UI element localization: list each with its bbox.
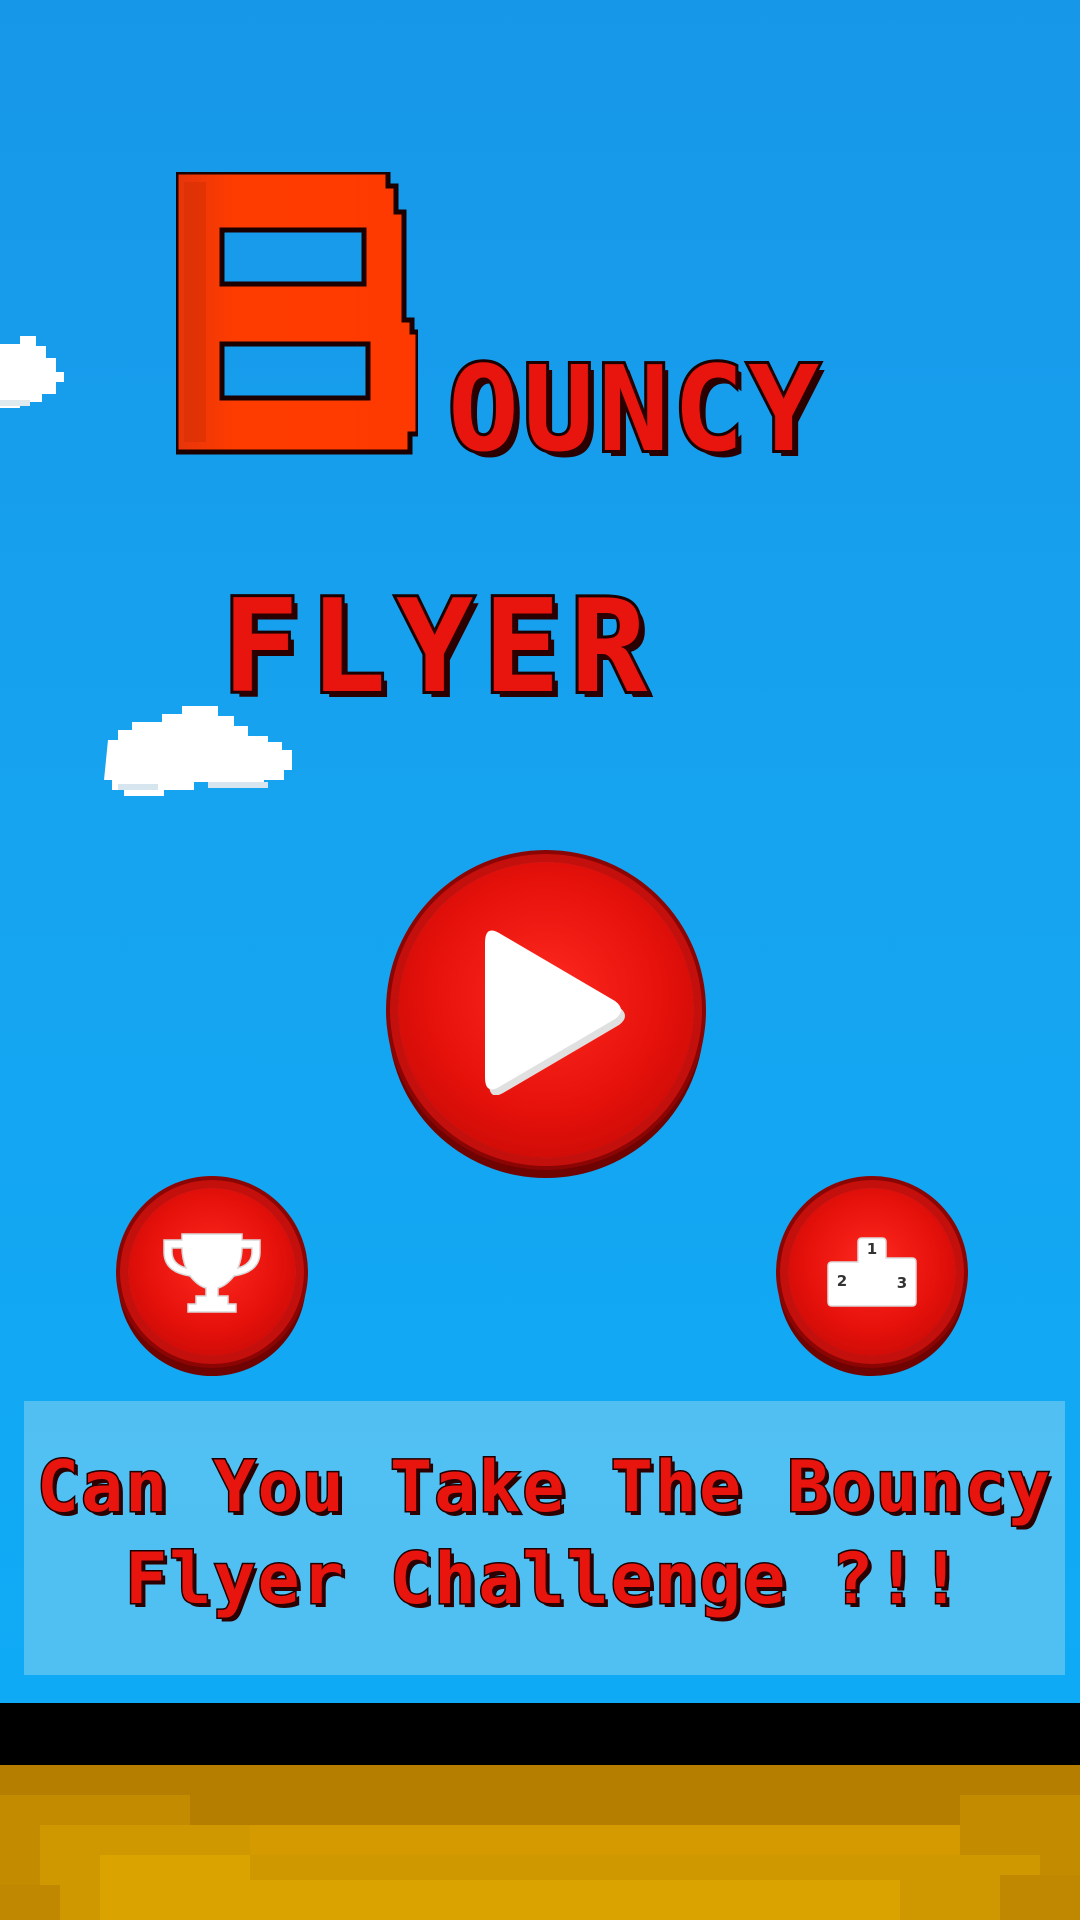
challenge-banner: Can You Take The Bouncy Flyer Challenge … [24, 1401, 1065, 1675]
challenge-line-1: Can You Take The Bouncy [35, 1445, 1053, 1530]
play-icon [485, 930, 625, 1095]
ground [0, 1765, 1080, 1920]
cloud-left-edge [0, 336, 64, 408]
podium-rank-1: 1 [867, 1240, 877, 1258]
title-word-ouncy: OUNCY [445, 340, 824, 478]
podium-rank-2: 2 [837, 1272, 847, 1290]
podium-rank-3: 3 [897, 1274, 907, 1292]
challenge-text: Can You Take The Bouncy Flyer Challenge … [24, 1441, 1065, 1625]
ground-top-band [0, 1703, 1080, 1765]
trophy-icon [163, 1233, 261, 1313]
play-button[interactable] [398, 862, 694, 1158]
title-letter-b [176, 172, 418, 455]
challenge-line-2: Flyer Challenge ?!! [124, 1537, 964, 1622]
title-word-flyer: FLYER [219, 573, 658, 722]
podium-icon: 1 2 3 [827, 1237, 917, 1307]
achievements-button[interactable] [128, 1188, 296, 1356]
leaderboard-button[interactable]: 1 2 3 [788, 1188, 956, 1356]
